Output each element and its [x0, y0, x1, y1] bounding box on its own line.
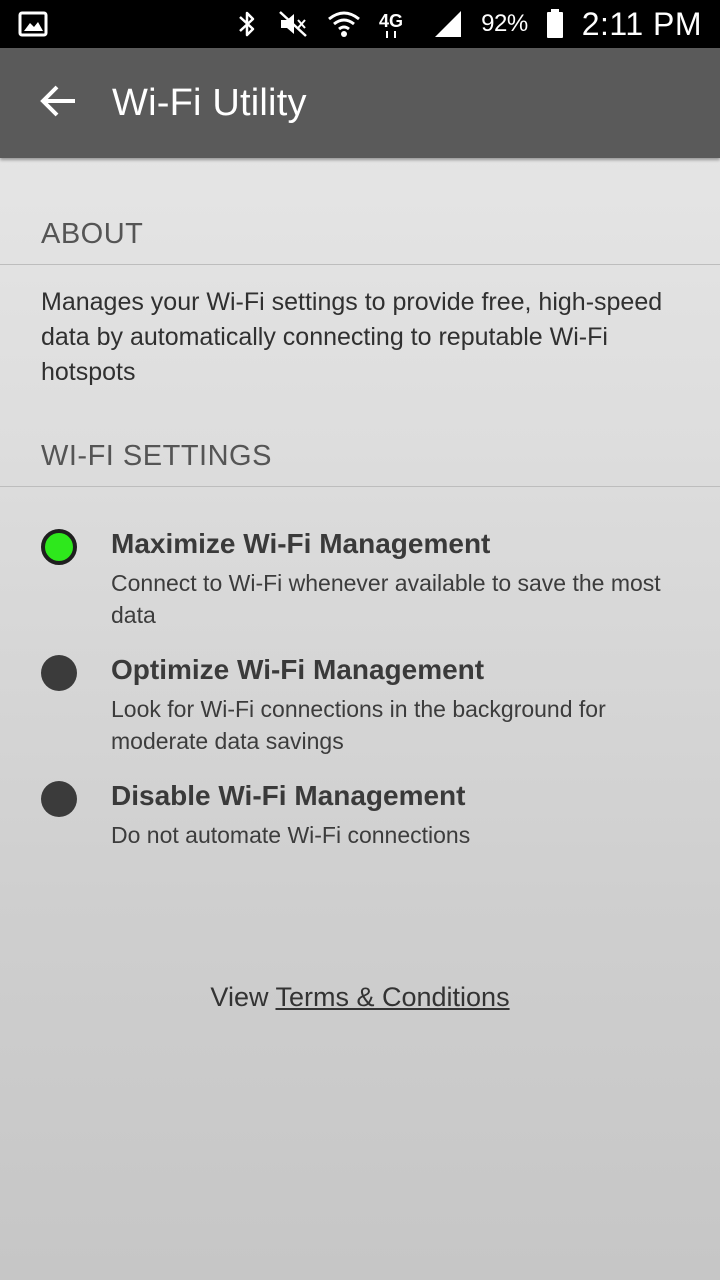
radio-optimize[interactable]: [41, 655, 77, 691]
status-bar: 4G 92% 2:11 PM: [0, 0, 720, 48]
arrow-left-icon: [39, 84, 77, 123]
page-title: Wi-Fi Utility: [112, 81, 307, 124]
radio-maximize[interactable]: [41, 529, 77, 565]
option-description: Do not automate Wi-Fi connections: [111, 822, 471, 848]
back-button[interactable]: [34, 79, 82, 127]
option-title: Maximize Wi-Fi Management: [111, 528, 491, 559]
terms-prefix: View: [210, 982, 276, 1012]
option-title: Disable Wi-Fi Management: [111, 780, 466, 811]
radio-disable[interactable]: [41, 781, 77, 817]
network-label: 4G: [379, 11, 403, 31]
terms-link[interactable]: Terms & Conditions: [275, 982, 509, 1012]
status-right: 4G 92% 2:11 PM: [235, 6, 702, 43]
lte-icon: 4G: [379, 9, 415, 39]
about-text: Manages your Wi-Fi settings to provide f…: [41, 288, 663, 386]
wifi-icon: [327, 9, 361, 39]
option-description: Look for Wi-Fi connections in the backgr…: [111, 696, 606, 754]
gallery-icon: [18, 11, 48, 37]
about-header: ABOUT: [41, 218, 144, 250]
app-bar: Wi-Fi Utility: [0, 48, 720, 158]
clock: 2:11 PM: [581, 5, 702, 42]
content: ABOUT Manages your Wi-Fi settings to pro…: [0, 158, 720, 851]
terms-row: View Terms & Conditions: [0, 982, 720, 1013]
option-maximize[interactable]: Maximize Wi-Fi Management Connect to Wi-…: [0, 525, 720, 631]
option-disable[interactable]: Disable Wi-Fi Management Do not automate…: [0, 777, 720, 851]
mute-icon: [277, 9, 309, 39]
settings-header: WI-FI SETTINGS: [41, 440, 272, 472]
battery-percent: 92%: [481, 10, 528, 37]
option-optimize[interactable]: Optimize Wi-Fi Management Look for Wi-Fi…: [0, 651, 720, 757]
settings-divider: [0, 486, 720, 487]
status-left: [18, 11, 48, 37]
bluetooth-icon: [235, 9, 259, 39]
option-title: Optimize Wi-Fi Management: [111, 654, 485, 685]
battery-icon: [546, 9, 564, 39]
signal-icon: [433, 9, 463, 39]
option-description: Connect to Wi-Fi whenever available to s…: [111, 570, 661, 628]
